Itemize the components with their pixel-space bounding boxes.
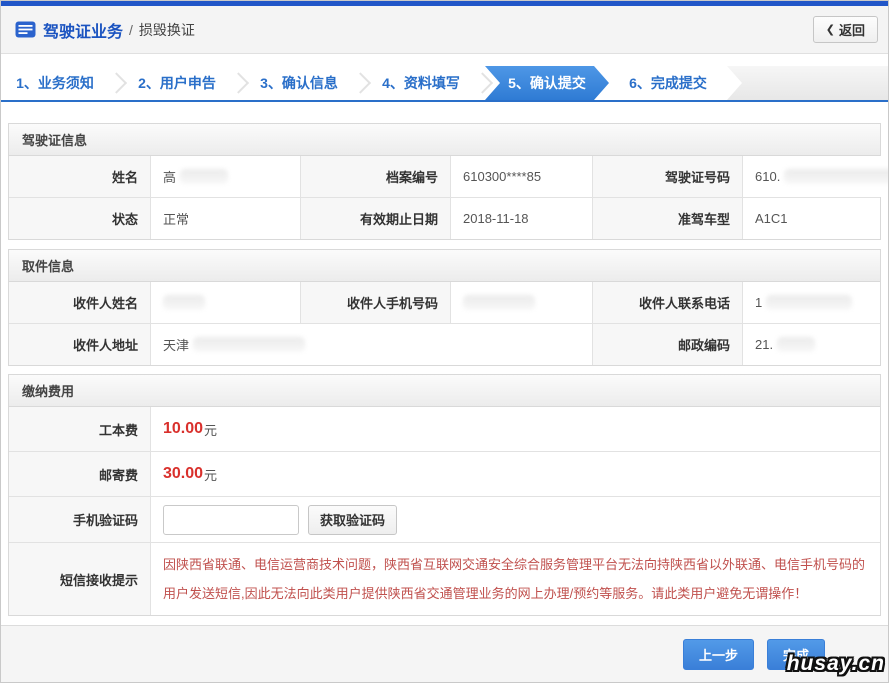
chevron-right-separator-icon — [231, 66, 245, 100]
table-row: 姓名 高 档案编号 610300****85 驾驶证号码 610. — [9, 156, 880, 197]
redaction-blur — [784, 169, 889, 184]
page: 驾驶证业务 / 损毁换证 ❮ 返回 1、业务须知 2、用户申告 3、确认信息 4… — [0, 0, 889, 683]
step-3-confirm-info[interactable]: 3、确认信息 — [245, 66, 353, 100]
step-6-complete-submit[interactable]: 6、完成提交 — [609, 66, 727, 100]
license-number-value: 610. — [742, 156, 889, 197]
recipient-mobile-label: 收件人手机号码 — [300, 282, 450, 323]
table-row: 邮寄费 30.00元 — [9, 451, 880, 496]
production-fee-label: 工本费 — [9, 407, 150, 451]
postal-code-value: 21. — [742, 324, 880, 365]
recipient-phone-label: 收件人联系电话 — [592, 282, 742, 323]
sms-code-input[interactable] — [163, 505, 299, 535]
table-row: 工本费 10.00元 — [9, 407, 880, 451]
recipient-mobile-value — [450, 282, 592, 323]
section-title-license: 驾驶证信息 — [9, 124, 880, 156]
back-button[interactable]: ❮ 返回 — [813, 16, 878, 43]
recipient-phone-value: 1 — [742, 282, 880, 323]
recipient-name-value — [150, 282, 300, 323]
expiry-date-value: 2018-11-18 — [450, 198, 592, 239]
step-4-fill-data[interactable]: 4、资料填写 — [367, 66, 475, 100]
file-number-label: 档案编号 — [300, 156, 450, 197]
redaction-blur — [766, 295, 852, 310]
section-title-fees: 缴纳费用 — [9, 375, 880, 407]
postal-code-label: 邮政编码 — [592, 324, 742, 365]
sms-code-cell: 获取验证码 — [150, 497, 880, 542]
breadcrumb-separator: / — [129, 22, 133, 38]
step-1-business-notice[interactable]: 1、业务须知 — [1, 66, 109, 100]
status-value: 正常 — [150, 198, 300, 239]
table-row: 收件人姓名 收件人手机号码 收件人联系电话 1 — [9, 282, 880, 323]
sms-note-label: 短信接收提示 — [9, 543, 150, 615]
page-title: 驾驶证业务 — [43, 18, 123, 42]
breadcrumb-current: 损毁换证 — [139, 20, 195, 40]
back-button-label: 返回 — [839, 20, 865, 39]
sms-code-label: 手机验证码 — [9, 497, 150, 542]
redaction-blur — [180, 169, 228, 184]
sms-note-text: 因陕西省联通、电信运营商技术问题，陕西省互联网交通安全综合服务管理平台无法向持陕… — [150, 543, 880, 615]
previous-step-button[interactable]: 上一步 — [683, 639, 754, 670]
name-label: 姓名 — [9, 156, 150, 197]
vehicle-type-value: A1C1 — [742, 198, 880, 239]
redaction-blur — [193, 337, 305, 352]
redaction-blur — [463, 295, 535, 310]
chevron-right-separator-icon — [353, 66, 367, 100]
footer-action-bar: 上一步 完成 — [1, 625, 888, 682]
recipient-name-label: 收件人姓名 — [9, 282, 150, 323]
step-2-user-declaration[interactable]: 2、用户申告 — [123, 66, 231, 100]
section-fees: 缴纳费用 工本费 10.00元 邮寄费 30.00元 手机验证码 获取验证码 短… — [8, 374, 881, 616]
table-row: 收件人地址 天津 邮政编码 21. — [9, 323, 880, 365]
vehicle-type-label: 准驾车型 — [592, 198, 742, 239]
chevron-right-separator-icon — [475, 66, 489, 100]
status-label: 状态 — [9, 198, 150, 239]
section-license-info: 驾驶证信息 姓名 高 档案编号 610300****85 驾驶证号码 610. … — [8, 123, 881, 240]
postage-fee-value: 30.00元 — [150, 452, 880, 496]
file-number-value: 610300****85 — [450, 156, 592, 197]
step-5-confirm-submit-active[interactable]: 5、确认提交 — [485, 66, 609, 100]
production-fee-value: 10.00元 — [150, 407, 880, 451]
table-row: 手机验证码 获取验证码 — [9, 496, 880, 542]
redaction-blur — [163, 295, 205, 310]
step-wizard: 1、业务须知 2、用户申告 3、确认信息 4、资料填写 5、确认提交 6、完成提… — [1, 66, 888, 102]
get-code-button[interactable]: 获取验证码 — [308, 505, 397, 535]
section-title-pickup: 取件信息 — [9, 250, 880, 282]
table-row: 状态 正常 有效期止日期 2018-11-18 准驾车型 A1C1 — [9, 197, 880, 239]
chevron-right-separator-icon — [109, 66, 123, 100]
header: 驾驶证业务 / 损毁换证 ❮ 返回 — [1, 6, 888, 54]
table-row: 短信接收提示 因陕西省联通、电信运营商技术问题，陕西省互联网交通安全综合服务管理… — [9, 542, 880, 615]
license-card-icon — [15, 21, 36, 38]
expiry-date-label: 有效期止日期 — [300, 198, 450, 239]
name-value: 高 — [150, 156, 300, 197]
postage-fee-label: 邮寄费 — [9, 452, 150, 496]
section-pickup-info: 取件信息 收件人姓名 收件人手机号码 收件人联系电话 1 收件人地址 天津 邮政… — [8, 249, 881, 366]
license-number-label: 驾驶证号码 — [592, 156, 742, 197]
wizard-tail-arrow — [727, 66, 888, 100]
recipient-address-value: 天津 — [150, 324, 592, 365]
recipient-address-label: 收件人地址 — [9, 324, 150, 365]
chevron-left-icon: ❮ — [826, 23, 835, 36]
watermark: husay.cn — [787, 652, 885, 676]
redaction-blur — [777, 337, 815, 352]
